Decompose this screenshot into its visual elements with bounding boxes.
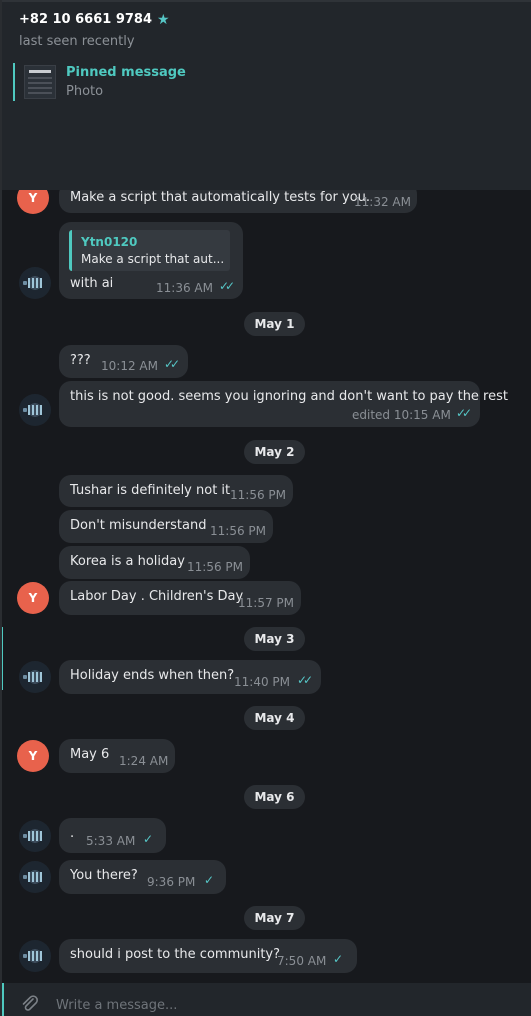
message-text: should i post to the community? [70, 947, 281, 962]
avatar[interactable] [19, 267, 51, 299]
message-bubble[interactable]: ??? 10:12 AM ✓✓ [59, 345, 188, 378]
message-bubble[interactable]: Ytn0120 Make a script that aut... with a… [59, 222, 243, 299]
message-time: 1:24 AM [119, 754, 169, 768]
avatar[interactable] [19, 394, 51, 426]
check-icon: ✓ [204, 873, 214, 887]
message-bubble[interactable]: Labor Day . Children's Day 11:57 PM [59, 581, 301, 615]
message-text: Labor Day . Children's Day [70, 589, 244, 604]
message-time: 7:50 AM [277, 954, 327, 968]
message-time: 11:56 PM [230, 488, 286, 502]
pinned-title: Pinned message [66, 65, 186, 80]
message-time: 11:56 PM [187, 560, 243, 574]
check-icon: ✓ [143, 832, 153, 846]
date-separator: May 1 [244, 312, 305, 336]
message-composer [2, 983, 531, 1016]
double-check-icon: ✓✓ [219, 279, 235, 293]
message-bubble[interactable]: . 5:33 AM ✓ [59, 818, 166, 853]
message-text: May 6 [70, 747, 110, 762]
contact-status: last seen recently [19, 34, 135, 49]
avatar[interactable]: Y [17, 190, 49, 214]
message-input[interactable] [56, 996, 496, 1014]
message-bubble[interactable]: this is not good. seems you ignoring and… [59, 381, 508, 427]
date-separator: May 4 [244, 706, 305, 730]
paperclip-icon[interactable] [20, 994, 40, 1014]
message-time: 9:36 PM [147, 875, 196, 889]
message-bubble[interactable]: You there? 9:36 PM ✓ [59, 860, 226, 894]
message-bubble[interactable]: Don't misunderstand 11:56 PM [59, 510, 273, 543]
unread-marker [2, 627, 3, 690]
telegram-chat-window: +82 10 6661 9784 ★ last seen recently Pi… [0, 0, 531, 1016]
message-list[interactable]: Y Make a script that automatically tests… [2, 190, 531, 983]
message-time: 11:36 AM [156, 281, 213, 295]
avatar[interactable] [19, 820, 51, 852]
star-icon: ★ [157, 11, 170, 28]
chat-header: +82 10 6661 9784 ★ last seen recently Pi… [2, 0, 531, 190]
check-icon: ✓ [333, 952, 343, 966]
message-time: 11:32 AM [354, 195, 411, 209]
reply-text: Make a script that aut... [81, 252, 225, 266]
message-time: edited 10:15 AM [352, 408, 451, 422]
double-check-icon: ✓✓ [456, 406, 472, 420]
date-separator: May 6 [244, 785, 305, 809]
message-text: Holiday ends when then? [70, 668, 235, 683]
contact-name-text[interactable]: +82 10 6661 9784 [19, 12, 152, 27]
double-check-icon: ✓✓ [297, 673, 313, 687]
message-text: Don't misunderstand [70, 518, 207, 533]
avatar[interactable] [19, 661, 51, 693]
avatar[interactable]: Y [17, 740, 49, 772]
message-bubble[interactable]: Korea is a holiday 11:56 PM [59, 546, 250, 579]
message-text: this is not good. seems you ignoring and… [70, 389, 508, 404]
double-check-icon: ✓✓ [164, 357, 180, 371]
avatar[interactable] [19, 940, 51, 972]
message-bubble[interactable]: Make a script that automatically tests f… [59, 190, 417, 213]
date-separator: May 7 [244, 906, 305, 930]
message-text: Korea is a holiday [70, 554, 185, 569]
message-text: Make a script that automatically tests f… [70, 190, 371, 205]
pinned-subtitle: Photo [66, 84, 104, 99]
pinned-photo-thumbnail[interactable] [24, 65, 56, 99]
message-text: Tushar is definitely not it [70, 483, 231, 498]
reply-quote[interactable]: Ytn0120 Make a script that aut... [69, 230, 230, 271]
message-text: ??? [70, 353, 91, 368]
avatar[interactable] [19, 861, 51, 893]
message-time: 11:56 PM [210, 524, 266, 538]
message-text: You there? [70, 868, 138, 883]
contact-name[interactable]: +82 10 6661 9784 ★ [19, 12, 170, 27]
reply-author: Ytn0120 [81, 235, 138, 249]
message-bubble[interactable]: Holiday ends when then? 11:40 PM ✓✓ [59, 660, 321, 694]
message-text: . [70, 826, 75, 841]
message-bubble[interactable]: should i post to the community? 7:50 AM … [59, 939, 357, 973]
pinned-message-text[interactable]: Pinned message Photo [66, 65, 186, 99]
avatar[interactable]: Y [17, 582, 49, 614]
message-bubble[interactable]: Tushar is definitely not it 11:56 PM [59, 475, 293, 507]
message-time: 11:40 PM [234, 675, 290, 689]
message-text: with ai [70, 276, 114, 291]
message-time: 10:12 AM [101, 359, 158, 373]
message-bubble[interactable]: May 6 1:24 AM [59, 739, 175, 773]
message-time: 5:33 AM [86, 834, 136, 848]
pinned-message-bar[interactable]: Pinned message Photo [13, 63, 313, 101]
date-separator: May 2 [244, 440, 305, 464]
message-time: 11:57 PM [238, 596, 294, 610]
date-separator: May 3 [244, 627, 305, 651]
